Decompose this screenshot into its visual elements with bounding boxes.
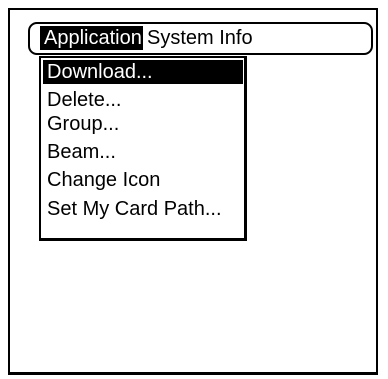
- menu-item-set-my-card-path[interactable]: Set My Card Path...: [43, 197, 243, 221]
- menu-item-change-icon[interactable]: Change Icon: [43, 168, 243, 192]
- menu-item-group[interactable]: Group...: [43, 112, 243, 136]
- menu-item-beam[interactable]: Beam...: [43, 140, 243, 164]
- menu-system-info[interactable]: System Info: [143, 26, 257, 50]
- menu-item-delete[interactable]: Delete...: [43, 88, 243, 112]
- menu-bar: Application System Info: [28, 22, 373, 55]
- menu-item-download[interactable]: Download...: [43, 60, 243, 84]
- application-dropdown-menu: Download... Delete... Group... Beam... C…: [39, 56, 247, 241]
- menu-application[interactable]: Application: [40, 26, 143, 50]
